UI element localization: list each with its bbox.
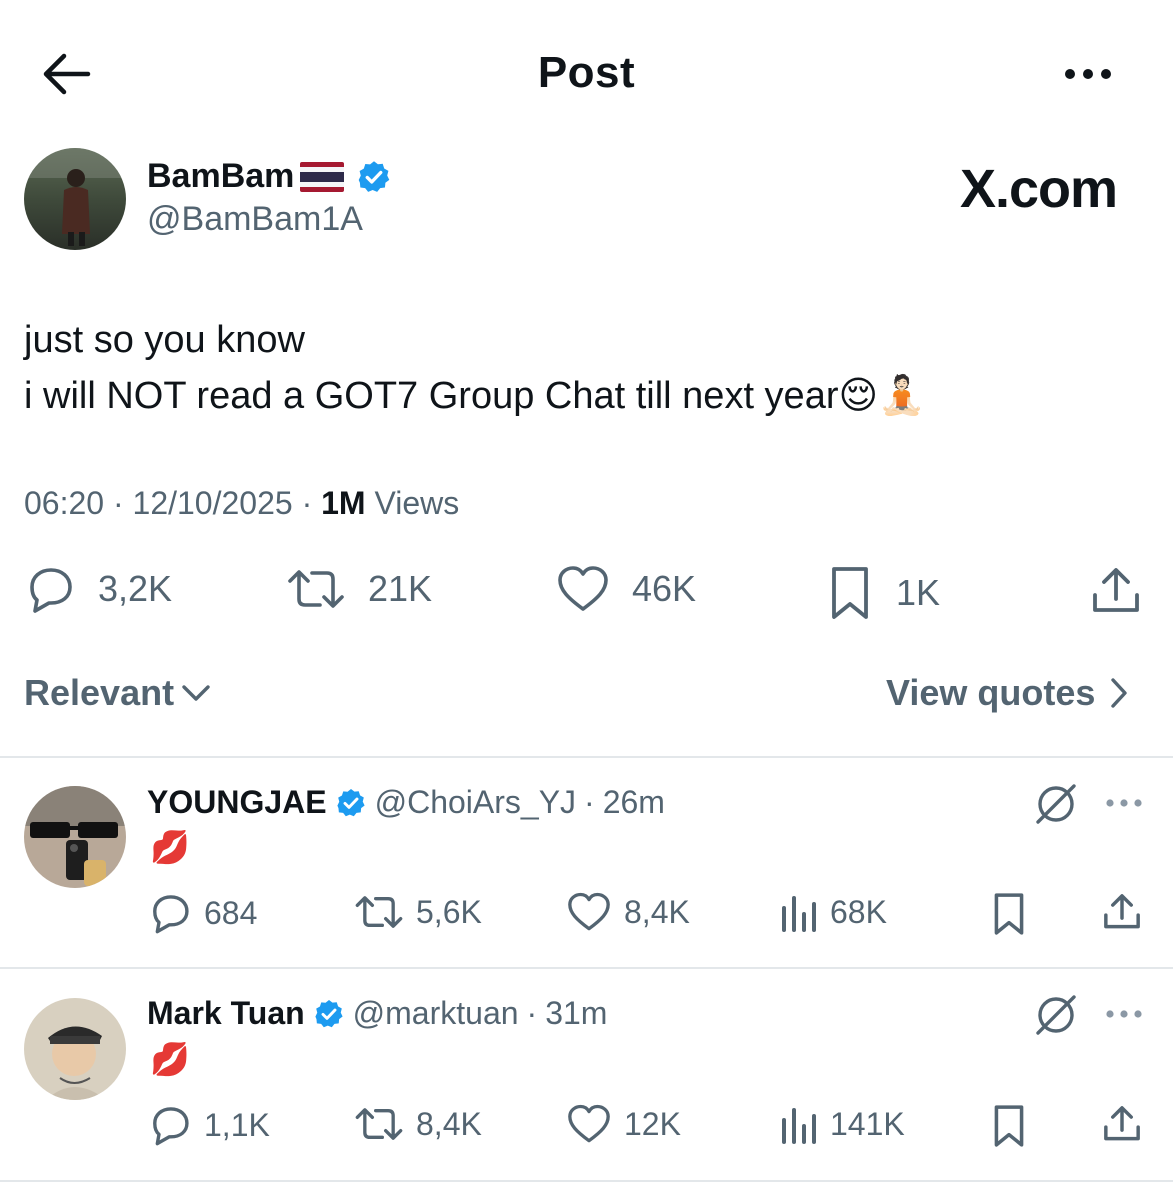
reply-share-button[interactable] xyxy=(1102,892,1142,932)
verified-badge-icon xyxy=(336,788,365,816)
heart-icon xyxy=(558,566,608,611)
repost-count: 21K xyxy=(368,568,433,609)
reply-views-button[interactable]: 141K xyxy=(780,1104,905,1144)
reply-repost-button[interactable]: 8,4K xyxy=(354,1104,482,1144)
divider xyxy=(0,756,1173,758)
repost-icon xyxy=(355,896,403,928)
reply-author-handle[interactable]: @marktuan xyxy=(353,995,519,1032)
more-horizontal-icon xyxy=(1106,799,1142,807)
sort-dropdown[interactable]: Relevant xyxy=(24,672,212,714)
reply-like-button[interactable]: 8,4K xyxy=(566,892,690,932)
post-time: 06:20 xyxy=(24,485,105,521)
reply-time[interactable]: 26m xyxy=(603,784,665,821)
repost-icon xyxy=(355,1108,403,1140)
reply-reply-button[interactable]: 684 xyxy=(148,892,257,934)
reply-bookmark-button[interactable] xyxy=(990,892,1028,936)
reply-views-button[interactable]: 68K xyxy=(780,892,887,932)
reply-count: 684 xyxy=(204,894,258,931)
author-name[interactable]: BamBam xyxy=(147,157,294,196)
like-button[interactable]: 46K xyxy=(556,565,696,613)
more-horizontal-icon xyxy=(1065,69,1111,79)
reply-avatar[interactable] xyxy=(24,998,126,1100)
share-icon xyxy=(1093,568,1139,612)
sort-label: Relevant xyxy=(24,672,175,713)
verified-badge-icon xyxy=(315,999,343,1027)
divider xyxy=(0,967,1173,969)
reply-count: 3,2K xyxy=(98,568,173,609)
repost-icon xyxy=(288,570,344,608)
views-chart-icon xyxy=(782,896,816,932)
reply-author-name[interactable]: Mark Tuan xyxy=(147,995,305,1032)
view-quotes-label: View quotes xyxy=(886,672,1096,713)
reply-icon xyxy=(153,895,189,934)
share-button[interactable] xyxy=(1090,565,1142,617)
reply-author-name[interactable]: YOUNGJAE xyxy=(147,784,327,821)
reply-text: 💋 xyxy=(150,829,190,865)
more-horizontal-icon xyxy=(1106,1010,1142,1018)
bookmark-icon xyxy=(832,567,868,619)
reply-icon xyxy=(30,568,72,613)
like-count: 46K xyxy=(632,568,697,609)
bookmark-icon xyxy=(994,1105,1024,1147)
reply-avatar[interactable] xyxy=(24,786,126,888)
grok-button[interactable] xyxy=(1034,782,1078,826)
reply-author-handle[interactable]: @ChoiArs_YJ xyxy=(375,784,576,821)
reply-like-button[interactable]: 12K xyxy=(566,1104,681,1144)
reply-repost-button[interactable]: 5,6K xyxy=(354,892,482,932)
page-title: Post xyxy=(537,48,636,97)
reply-button[interactable]: 3,2K xyxy=(24,565,172,613)
reply-more-button[interactable] xyxy=(1104,796,1144,810)
thailand-flag-icon xyxy=(300,161,345,192)
bookmark-icon xyxy=(994,893,1024,935)
more-options-button[interactable] xyxy=(1060,60,1116,88)
grok-icon xyxy=(1036,995,1076,1035)
chevron-right-icon xyxy=(1111,678,1128,708)
reply-bookmark-button[interactable] xyxy=(990,1104,1028,1148)
reply-reply-button[interactable]: 1,1K xyxy=(148,1104,270,1146)
post-text: just so you know i will NOT read a GOT7 … xyxy=(24,319,926,417)
views-label: Views xyxy=(374,485,460,521)
reply-time[interactable]: 31m xyxy=(545,995,607,1032)
reply-icon xyxy=(153,1107,189,1146)
repost-button[interactable]: 21K xyxy=(286,565,432,613)
heart-icon xyxy=(568,1104,610,1143)
post-meta: 06:20 · 12/10/2025 · 1M Views xyxy=(24,485,460,521)
reply-count: 1,1K xyxy=(204,1106,270,1143)
bookmark-button[interactable]: 1K xyxy=(826,565,940,621)
grok-button[interactable] xyxy=(1034,993,1078,1037)
avatar[interactable] xyxy=(24,148,126,250)
share-icon xyxy=(1104,894,1140,929)
views-count: 141K xyxy=(830,1105,905,1142)
chevron-down-icon xyxy=(182,685,210,701)
bookmark-count: 1K xyxy=(896,572,941,613)
verified-badge-icon xyxy=(359,160,390,192)
reply-text: 💋 xyxy=(150,1041,190,1077)
like-count: 8,4K xyxy=(624,893,690,930)
views-count: 68K xyxy=(830,893,887,930)
view-quotes-link[interactable]: View quotes xyxy=(886,672,1129,714)
repost-count: 8,4K xyxy=(416,1105,482,1142)
repost-count: 5,6K xyxy=(416,893,482,930)
divider xyxy=(0,1180,1173,1182)
share-icon xyxy=(1104,1106,1140,1141)
post-date: 12/10/2025 xyxy=(132,485,293,521)
reply-share-button[interactable] xyxy=(1102,1104,1142,1144)
heart-icon xyxy=(568,892,610,931)
author-handle[interactable]: @BamBam1A xyxy=(147,200,363,239)
watermark-text: X.com xyxy=(960,159,1118,219)
grok-icon xyxy=(1036,784,1076,824)
views-chart-icon xyxy=(782,1108,816,1144)
like-count: 12K xyxy=(624,1105,681,1142)
reply-more-button[interactable] xyxy=(1104,1007,1144,1021)
views-count[interactable]: 1M xyxy=(321,485,365,521)
